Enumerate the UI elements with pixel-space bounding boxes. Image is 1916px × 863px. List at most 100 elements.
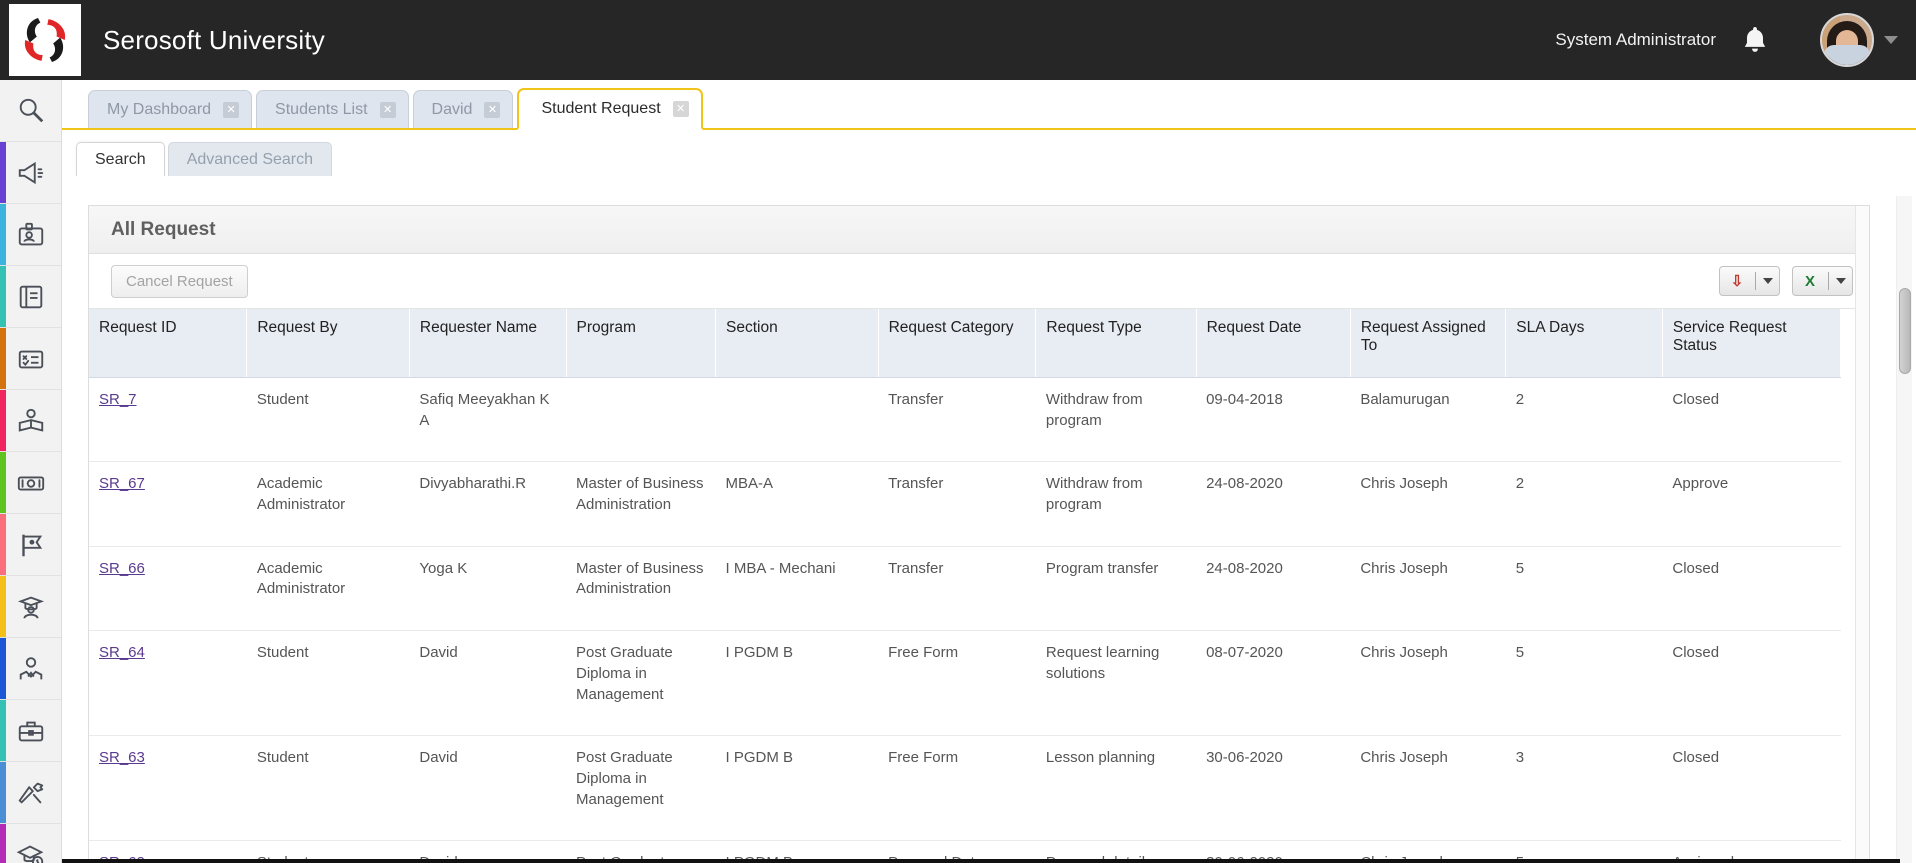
sidebar-item-scholarship[interactable] [0,824,62,863]
close-icon[interactable]: ✕ [673,101,689,117]
table-row[interactable]: SR_7 Student Safiq Meeyakhan K A Transfe… [89,378,1841,462]
sidebar-item-staff[interactable] [0,638,62,700]
top-header: Serosoft University System Administrator [0,0,1916,80]
cell-requester-name: Yoga K [409,546,566,630]
window-tab-students-list[interactable]: Students List ✕ [256,90,409,128]
page-vertical-scrollbar[interactable] [1896,196,1912,863]
sidebar-item-placement[interactable] [0,700,62,762]
sidebar-strip [0,266,6,327]
sidebar-item-utilities[interactable] [0,762,62,824]
column-header-request-id[interactable]: Request ID [89,309,247,378]
cell-request-by: Student [247,736,410,841]
sidebar-item-academics[interactable] [0,266,62,328]
request-id-link[interactable]: SR_63 [99,749,145,766]
window-tab-david[interactable]: David ✕ [413,90,514,128]
chevron-down-icon[interactable] [1884,36,1898,44]
cell-request-date: 08-07-2020 [1196,631,1350,736]
sidebar-strip [0,638,6,699]
cell-section: I MBA - Mechani [716,546,879,630]
avatar[interactable] [1820,13,1874,67]
window-tab-my-dashboard[interactable]: My Dashboard ✕ [88,90,252,128]
sidebar-item-alumni[interactable] [0,576,62,638]
cell-status: Closed [1662,631,1840,736]
request-id-link[interactable]: SR_66 [99,560,145,577]
column-header-request-assigned-to[interactable]: Request Assigned To [1350,309,1505,378]
column-header-request-type[interactable]: Request Type [1036,309,1196,378]
header-right-group: System Administrator [1555,13,1916,67]
sidebar-strip [0,204,6,265]
brand-logo[interactable] [9,4,81,76]
notification-bell-icon[interactable] [1742,25,1768,55]
sidebar-strip [0,514,6,575]
cell-requester-name: Safiq Meeyakhan K A [409,378,566,462]
request-table-scroll-area[interactable]: Request ID Request By Requester Name Pro… [89,308,1869,863]
window-tab-student-request[interactable]: Student Request ✕ [517,88,702,130]
cell-request-by: Student [247,378,410,462]
sidebar-item-events[interactable] [0,514,62,576]
cell-request-date: 24-08-2020 [1196,462,1350,546]
cell-sla-days: 3 [1506,736,1663,841]
banknote-icon [16,468,46,498]
serosoft-swirl-logo [16,11,74,69]
request-id-link[interactable]: SR_7 [99,391,137,408]
cell-request-type: Lesson planning [1036,736,1196,841]
pdf-export-icon: ⇩ [1726,272,1748,290]
current-user-label: System Administrator [1555,30,1716,50]
sidebar-item-admissions[interactable] [0,204,62,266]
table-row[interactable]: SR_67 Academic Administrator Divyabharat… [89,462,1841,546]
cell-assigned-to: Chris Joseph [1350,736,1505,841]
export-pdf-button[interactable]: ⇩ [1719,266,1780,296]
request-id-link[interactable]: SR_67 [99,475,145,492]
cell-program: Master of Business Administration [566,462,716,546]
chevron-down-icon[interactable] [1763,278,1773,284]
sidebar-item-announcements[interactable] [0,142,62,204]
cell-section: I PGDM B [716,736,879,841]
sidebar-strip [0,328,6,389]
cell-request-id: SR_64 [89,631,247,736]
close-icon[interactable]: ✕ [484,102,500,118]
request-table: Request ID Request By Requester Name Pro… [89,309,1841,863]
export-excel-button[interactable]: X [1792,266,1853,296]
tab-advanced-search[interactable]: Advanced Search [168,142,332,176]
column-header-request-by[interactable]: Request By [247,309,410,378]
cancel-request-button[interactable]: Cancel Request [111,265,248,298]
window-tab-label: Student Request [541,100,660,118]
briefcase-icon [16,716,46,746]
close-icon[interactable]: ✕ [380,102,396,118]
chevron-down-icon[interactable] [1836,278,1846,284]
tools-icon [16,778,46,808]
column-header-program[interactable]: Program [566,309,716,378]
table-row[interactable]: SR_63 Student David Post Graduate Diplom… [89,736,1841,841]
table-row[interactable]: SR_66 Academic Administrator Yoga K Mast… [89,546,1841,630]
column-header-requester-name[interactable]: Requester Name [409,309,566,378]
cell-request-type: Program transfer [1036,546,1196,630]
column-header-section[interactable]: Section [716,309,879,378]
column-header-request-date[interactable]: Request Date [1196,309,1350,378]
column-header-request-category[interactable]: Request Category [878,309,1036,378]
sidebar-item-student-services[interactable] [0,390,62,452]
cell-status: Closed [1662,736,1840,841]
staff-icon [16,654,46,684]
sidebar-item-finance[interactable] [0,452,62,514]
cell-status: Closed [1662,546,1840,630]
sidebar-item-search[interactable] [0,80,62,142]
cell-request-id: SR_66 [89,546,247,630]
table-row[interactable]: SR_64 Student David Post Graduate Diplom… [89,631,1841,736]
avatar-body [1824,45,1870,65]
cell-request-category: Free Form [878,736,1036,841]
checklist-icon [16,344,46,374]
panel-inner-scrollbar[interactable] [1855,206,1869,863]
close-icon[interactable]: ✕ [223,102,239,118]
table-header-row: Request ID Request By Requester Name Pro… [89,309,1841,378]
cell-section: I PGDM B [716,631,879,736]
request-id-link[interactable]: SR_64 [99,644,145,661]
sidebar-item-examinations[interactable] [0,328,62,390]
scrollbar-thumb[interactable] [1899,288,1911,374]
id-card-icon [16,220,46,250]
cell-request-by: Academic Administrator [247,462,410,546]
cell-assigned-to: Chris Joseph [1350,546,1505,630]
tab-search[interactable]: Search [76,142,165,176]
column-header-service-request-status[interactable]: Service Request Status [1662,309,1840,378]
column-header-sla-days[interactable]: SLA Days [1506,309,1663,378]
sidebar-strip [0,142,6,203]
